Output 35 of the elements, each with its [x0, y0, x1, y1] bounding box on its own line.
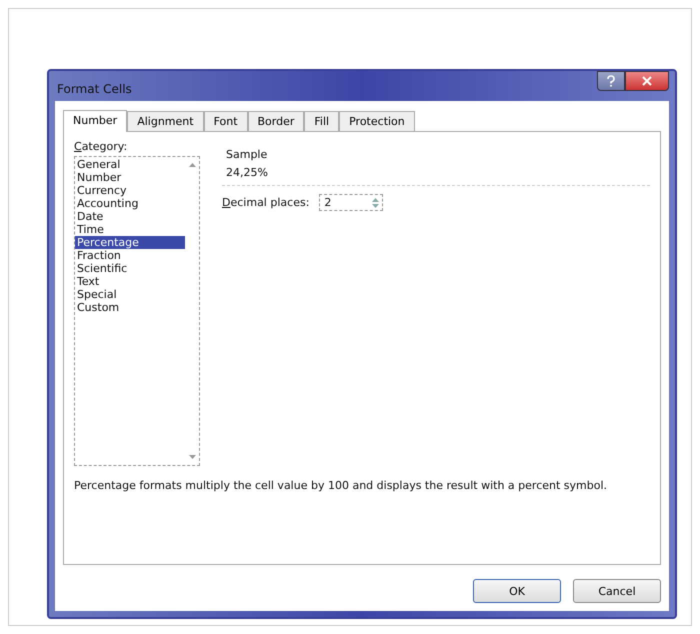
close-icon: [641, 76, 653, 86]
category-item[interactable]: Percentage: [75, 236, 185, 249]
tab[interactable]: Alignment: [127, 111, 204, 131]
category-item[interactable]: Custom: [75, 301, 185, 314]
spinner-arrows-icon: [371, 196, 380, 210]
sample-value: 24,25%: [226, 166, 269, 179]
description-text: Percentage formats multiply the cell value by 100 and displays the result with a percent symbol.: [74, 479, 608, 492]
sample-label: Sample: [226, 148, 268, 161]
tab[interactable]: Fill: [304, 111, 340, 131]
tab[interactable]: Border: [248, 111, 304, 131]
window-title: Format Cells: [57, 82, 132, 96]
category-item[interactable]: General: [75, 158, 185, 171]
category-item[interactable]: Fraction: [75, 249, 185, 262]
category-item[interactable]: Scientific: [75, 262, 185, 275]
category-item[interactable]: Number: [75, 171, 185, 184]
category-item[interactable]: Special: [75, 288, 185, 301]
close-button[interactable]: [625, 71, 669, 91]
decimal-places-label: Decimal places:: [222, 196, 310, 209]
dialog-button[interactable]: OK: [473, 579, 561, 603]
category-list[interactable]: General Number Currency Accounting Date Time Percentage Fraction Scientific Text Special Custom: [74, 156, 200, 466]
scroll-down-icon: [188, 455, 196, 459]
category-item[interactable]: Accounting: [75, 197, 185, 210]
help-icon: [606, 75, 616, 87]
tab[interactable]: Number: [63, 110, 128, 132]
tab[interactable]: Protection: [339, 111, 415, 131]
dialog-button[interactable]: Cancel: [573, 579, 661, 603]
decimal-places-field[interactable]: 2: [319, 194, 384, 211]
help-button[interactable]: [597, 71, 625, 91]
category-item[interactable]: Text: [75, 275, 185, 288]
scroll-up-icon: [188, 163, 196, 167]
category-item[interactable]: Time: [75, 223, 185, 236]
tab[interactable]: Font: [204, 111, 248, 131]
category-item[interactable]: Date: [75, 210, 185, 223]
category-label: Category:: [74, 140, 128, 153]
category-item[interactable]: Currency: [75, 184, 185, 197]
